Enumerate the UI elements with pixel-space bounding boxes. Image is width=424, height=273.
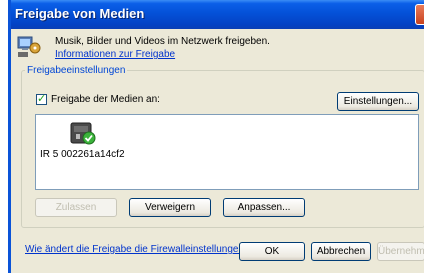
share-media-label: Freigabe der Medien an: — [51, 94, 160, 105]
firewall-info-link[interactable]: Wie ändert die Freigabe die Firewalleins… — [25, 244, 250, 255]
ok-button[interactable]: OK — [239, 242, 305, 261]
media-sharing-icon — [17, 36, 41, 57]
device-label: IR 5 002261a14cf2 — [40, 149, 125, 160]
share-media-checkbox[interactable]: ✓ — [36, 93, 47, 105]
sharing-settings-label: Freigabeeinstellungen — [25, 65, 128, 76]
apply-button[interactable]: Übernehmen — [377, 242, 424, 261]
cancel-button[interactable]: Abbrechen — [311, 242, 371, 261]
settings-button[interactable]: Einstellungen... — [337, 92, 419, 111]
info-link[interactable]: Informationen zur Freigabe — [55, 49, 175, 60]
customize-button[interactable]: Anpassen... — [223, 198, 305, 217]
media-sharing-dialog: Freigabe von Medien Musik, Bilder und Vi… — [8, 0, 424, 273]
deny-button[interactable]: Verweigern — [129, 198, 211, 217]
device-list[interactable]: IR 5 002261a14cf2 — [35, 114, 419, 190]
allow-button[interactable]: Zulassen — [35, 198, 117, 217]
close-button[interactable] — [415, 4, 424, 25]
media-device-icon — [70, 122, 96, 145]
checkmark-icon: ✓ — [37, 93, 47, 105]
title-bar[interactable]: Freigabe von Medien — [11, 0, 424, 29]
list-item[interactable]: IR 5 002261a14cf2 — [36, 115, 126, 165]
header-description: Musik, Bilder und Videos im Netzwerk fre… — [55, 36, 270, 47]
window-title: Freigabe von Medien — [15, 6, 145, 21]
